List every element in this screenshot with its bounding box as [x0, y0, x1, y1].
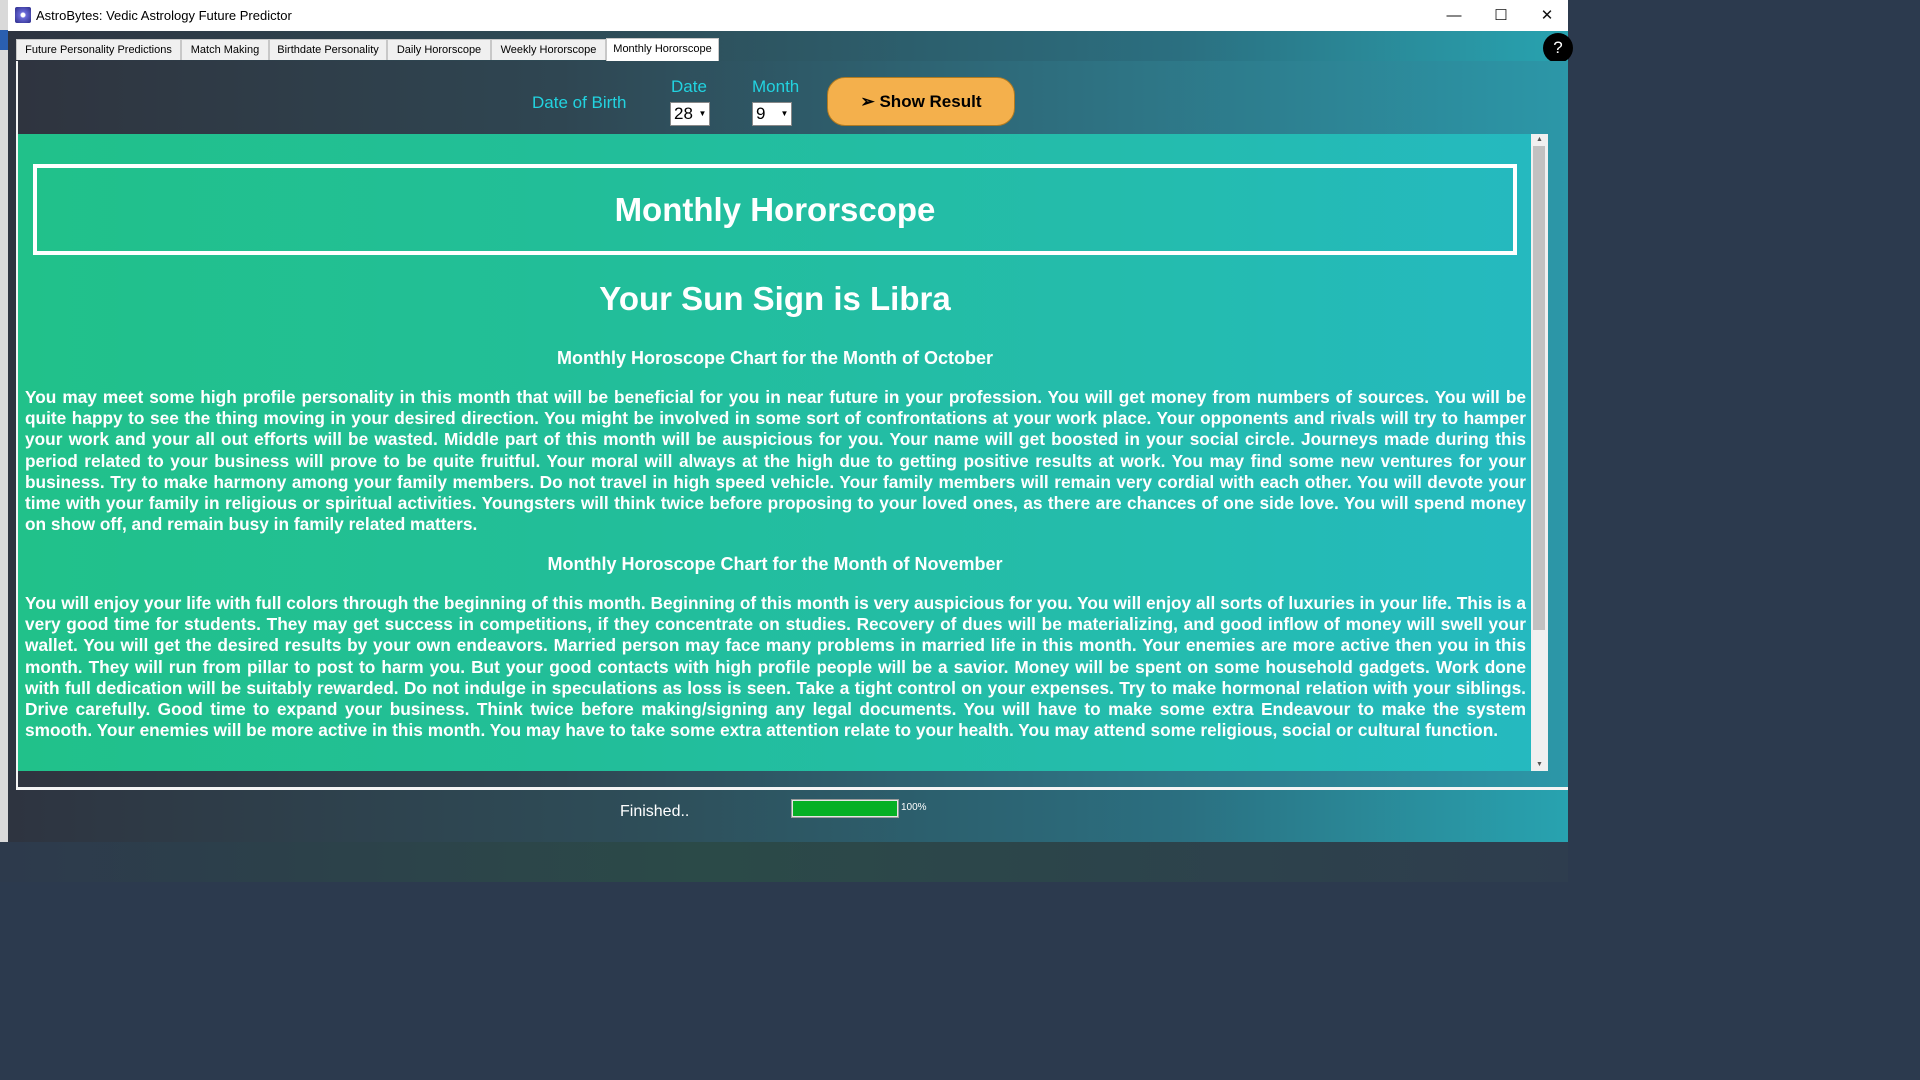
- tab-daily-horoscope[interactable]: Daily Hororscope: [387, 39, 491, 60]
- minimize-button[interactable]: —: [1431, 0, 1477, 31]
- result-view[interactable]: Monthly Hororscope Your Sun Sign is Libr…: [18, 134, 1540, 771]
- scroll-thumb[interactable]: [1533, 146, 1545, 630]
- heading-box: Monthly Hororscope: [33, 164, 1517, 255]
- month-text-october: You may meet some high profile personali…: [25, 387, 1526, 535]
- month-text-november: You will enjoy your life with full color…: [25, 593, 1526, 741]
- result-scrollbar[interactable]: ▲ ▼: [1531, 134, 1548, 771]
- progress-bar: [791, 799, 899, 818]
- tab-future-personality-predictions[interactable]: Future Personality Predictions: [16, 39, 181, 60]
- show-result-button[interactable]: ➢ Show Result: [827, 77, 1015, 126]
- tab-weekly-horoscope[interactable]: Weekly Hororscope: [491, 39, 606, 60]
- month-value: 9: [756, 104, 766, 123]
- desktop-edge-accent: [0, 30, 8, 50]
- progress-fill: [793, 801, 897, 816]
- scroll-up-arrow-icon[interactable]: ▲: [1531, 134, 1548, 146]
- dropdown-arrow-icon[interactable]: ▼: [698, 106, 707, 122]
- status-text: Finished..: [620, 803, 690, 820]
- desktop-left-edge: [0, 0, 8, 842]
- date-of-birth-label: Date of Birth: [532, 93, 627, 112]
- date-label: Date: [671, 77, 707, 96]
- date-spinner[interactable]: 28 ▼: [670, 102, 710, 126]
- app-logo-icon: [15, 7, 31, 23]
- month-heading-november: Monthly Horoscope Chart for the Month of…: [547, 554, 1003, 574]
- month-spinner[interactable]: 9 ▼: [752, 102, 792, 126]
- maximize-button[interactable]: ☐: [1478, 0, 1524, 31]
- dropdown-arrow-icon[interactable]: ▼: [780, 106, 789, 122]
- tab-match-making[interactable]: Match Making: [181, 39, 269, 60]
- scroll-down-arrow-icon[interactable]: ▼: [1531, 759, 1548, 771]
- progress-percent: 100%: [901, 802, 927, 813]
- tab-birthdate-personality[interactable]: Birthdate Personality: [269, 39, 387, 60]
- month-heading-october: Monthly Horoscope Chart for the Month of…: [557, 348, 993, 368]
- date-value: 28: [674, 104, 693, 123]
- sun-sign-heading: Your Sun Sign is Libra: [599, 280, 951, 317]
- close-button[interactable]: ✕: [1524, 0, 1570, 31]
- page-title: Monthly Hororscope: [614, 191, 936, 228]
- title-bar: AstroBytes: Vedic Astrology Future Predi…: [8, 0, 1568, 31]
- help-button[interactable]: ?: [1543, 33, 1573, 63]
- desktop-bottom-area: [0, 842, 1568, 882]
- window-title: AstroBytes: Vedic Astrology Future Predi…: [36, 8, 292, 23]
- month-label: Month: [752, 77, 800, 96]
- tab-monthly-horoscope[interactable]: Monthly Hororscope: [606, 38, 719, 61]
